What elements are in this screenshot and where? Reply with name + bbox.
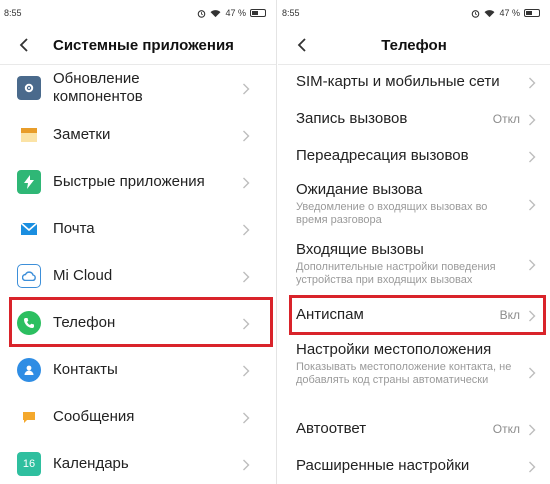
wifi-icon: [211, 9, 221, 17]
battery-icon: [524, 9, 540, 17]
setting-title: Запись вызовов: [296, 110, 408, 127]
app-list-item[interactable]: 16 Календарь: [0, 441, 276, 484]
setting-title: Автоответ: [296, 420, 367, 437]
chevron-right-icon: [242, 458, 250, 471]
app-label: Заметки: [53, 126, 111, 143]
settings-list-item[interactable]: Расширенные настройки: [278, 448, 550, 484]
chevron-right-icon: [242, 129, 250, 142]
setting-title: Антиспам: [296, 306, 364, 323]
bolt-icon: [17, 170, 41, 194]
setting-title: Переадресация вызовов: [296, 147, 469, 164]
setting-description: Дополнительные настройки поведения устро…: [296, 261, 496, 286]
settings-list-item[interactable]: Ожидание вызова Уведомление о входящих вы…: [278, 174, 550, 234]
setting-value: Откл: [492, 422, 520, 436]
back-button[interactable]: [14, 35, 34, 55]
chevron-right-icon: [242, 223, 250, 236]
settings-list-item[interactable]: Антиспам Вкл: [278, 296, 550, 334]
settings-list-item[interactable]: Настройки местоположения Показывать место…: [278, 334, 550, 410]
settings-list-item[interactable]: SIM-карты и мобильные сети: [278, 64, 550, 100]
chevron-right-icon: [242, 364, 250, 377]
chevron-right-icon: [242, 411, 250, 424]
chevron-right-icon: [528, 198, 536, 211]
alarm-icon: [472, 9, 480, 18]
setting-title: Ожидание вызова: [296, 181, 423, 198]
app-list-item[interactable]: Контакты: [0, 347, 276, 393]
app-label: Контакты: [53, 361, 118, 378]
phone-icon: [17, 311, 41, 335]
chevron-right-icon: [528, 113, 536, 126]
app-list-item[interactable]: Заметки: [0, 112, 276, 158]
app-list-item[interactable]: Телефон: [0, 300, 276, 346]
chevron-right-icon: [528, 258, 536, 271]
back-arrow-icon: [297, 38, 306, 52]
app-label: Телефон: [53, 314, 116, 331]
cloud-icon: [17, 264, 41, 288]
setting-title: Расширенные настройки: [296, 457, 470, 474]
setting-description: Показывать местоположение контакта, не д…: [296, 361, 512, 386]
message-icon: [17, 405, 41, 429]
status-icons: 47 %: [197, 8, 266, 18]
page-title: Телефон: [381, 36, 447, 54]
alarm-icon: [198, 9, 206, 18]
app-label: Быстрые приложения: [53, 173, 205, 190]
app-label: Календарь: [53, 455, 129, 472]
setting-title: Настройки местоположения: [296, 341, 492, 358]
calendar-date: 16: [22, 458, 36, 470]
status-time: 8:55: [4, 8, 22, 18]
status-bar: 8:55 47 %: [278, 0, 550, 26]
app-list-item[interactable]: Обновление компонентов: [0, 65, 276, 111]
chevron-right-icon: [242, 317, 250, 330]
app-list-item[interactable]: Mi Cloud: [0, 253, 276, 299]
chevron-right-icon: [528, 423, 536, 436]
mail-icon: [17, 217, 41, 241]
settings-list-item[interactable]: Автоответ Откл: [278, 410, 550, 448]
status-bar: 8:55 47 %: [0, 0, 276, 26]
battery-icon: [250, 9, 266, 17]
chevron-right-icon: [528, 309, 536, 322]
battery-percent: 47 %: [225, 8, 246, 18]
wifi-icon: [485, 9, 495, 17]
app-list-item[interactable]: Почта: [0, 206, 276, 252]
settings-list-item[interactable]: Переадресация вызовов: [278, 137, 550, 174]
setting-description: Уведомление о входящих вызовах во время …: [296, 201, 488, 226]
system-apps-screen: 8:55 47 % Системные приложения Обновлени…: [0, 0, 277, 484]
app-label: Обновление компонентов: [53, 70, 143, 105]
back-button[interactable]: [292, 35, 312, 55]
chevron-right-icon: [528, 460, 536, 473]
phone-settings-screen: 8:55 47 % Телефон SIM-карты и мобильные …: [278, 0, 550, 484]
setting-title: SIM-карты и мобильные сети: [296, 73, 500, 90]
chevron-right-icon: [242, 82, 250, 95]
battery-percent: 47 %: [499, 8, 520, 18]
chevron-right-icon: [242, 176, 250, 189]
settings-list-item[interactable]: Запись вызовов Откл: [278, 100, 550, 137]
setting-value: Откл: [492, 112, 520, 126]
header: Системные приложения: [0, 26, 276, 64]
app-label: Mi Cloud: [53, 267, 113, 284]
calendar-icon: 16: [17, 452, 41, 476]
app-list-item[interactable]: Сообщения: [0, 394, 276, 440]
chevron-right-icon: [528, 150, 536, 163]
app-label: Почта: [53, 220, 95, 237]
app-list-item[interactable]: Быстрые приложения: [0, 159, 276, 205]
setting-title: Входящие вызовы: [296, 241, 424, 258]
chevron-right-icon: [528, 366, 536, 379]
settings-list-item[interactable]: Входящие вызовы Дополнительные настройки …: [278, 234, 550, 294]
chevron-right-icon: [242, 270, 250, 283]
status-icons: 47 %: [471, 8, 540, 18]
app-label: Сообщения: [53, 408, 135, 425]
back-arrow-icon: [19, 38, 28, 52]
notes-icon: [17, 123, 41, 147]
gear-icon: [17, 76, 41, 100]
header: Телефон: [278, 26, 550, 64]
page-title: Системные приложения: [53, 36, 234, 54]
setting-value: Вкл: [499, 308, 520, 322]
contacts-icon: [17, 358, 41, 382]
status-time: 8:55: [282, 8, 300, 18]
chevron-right-icon: [528, 76, 536, 89]
